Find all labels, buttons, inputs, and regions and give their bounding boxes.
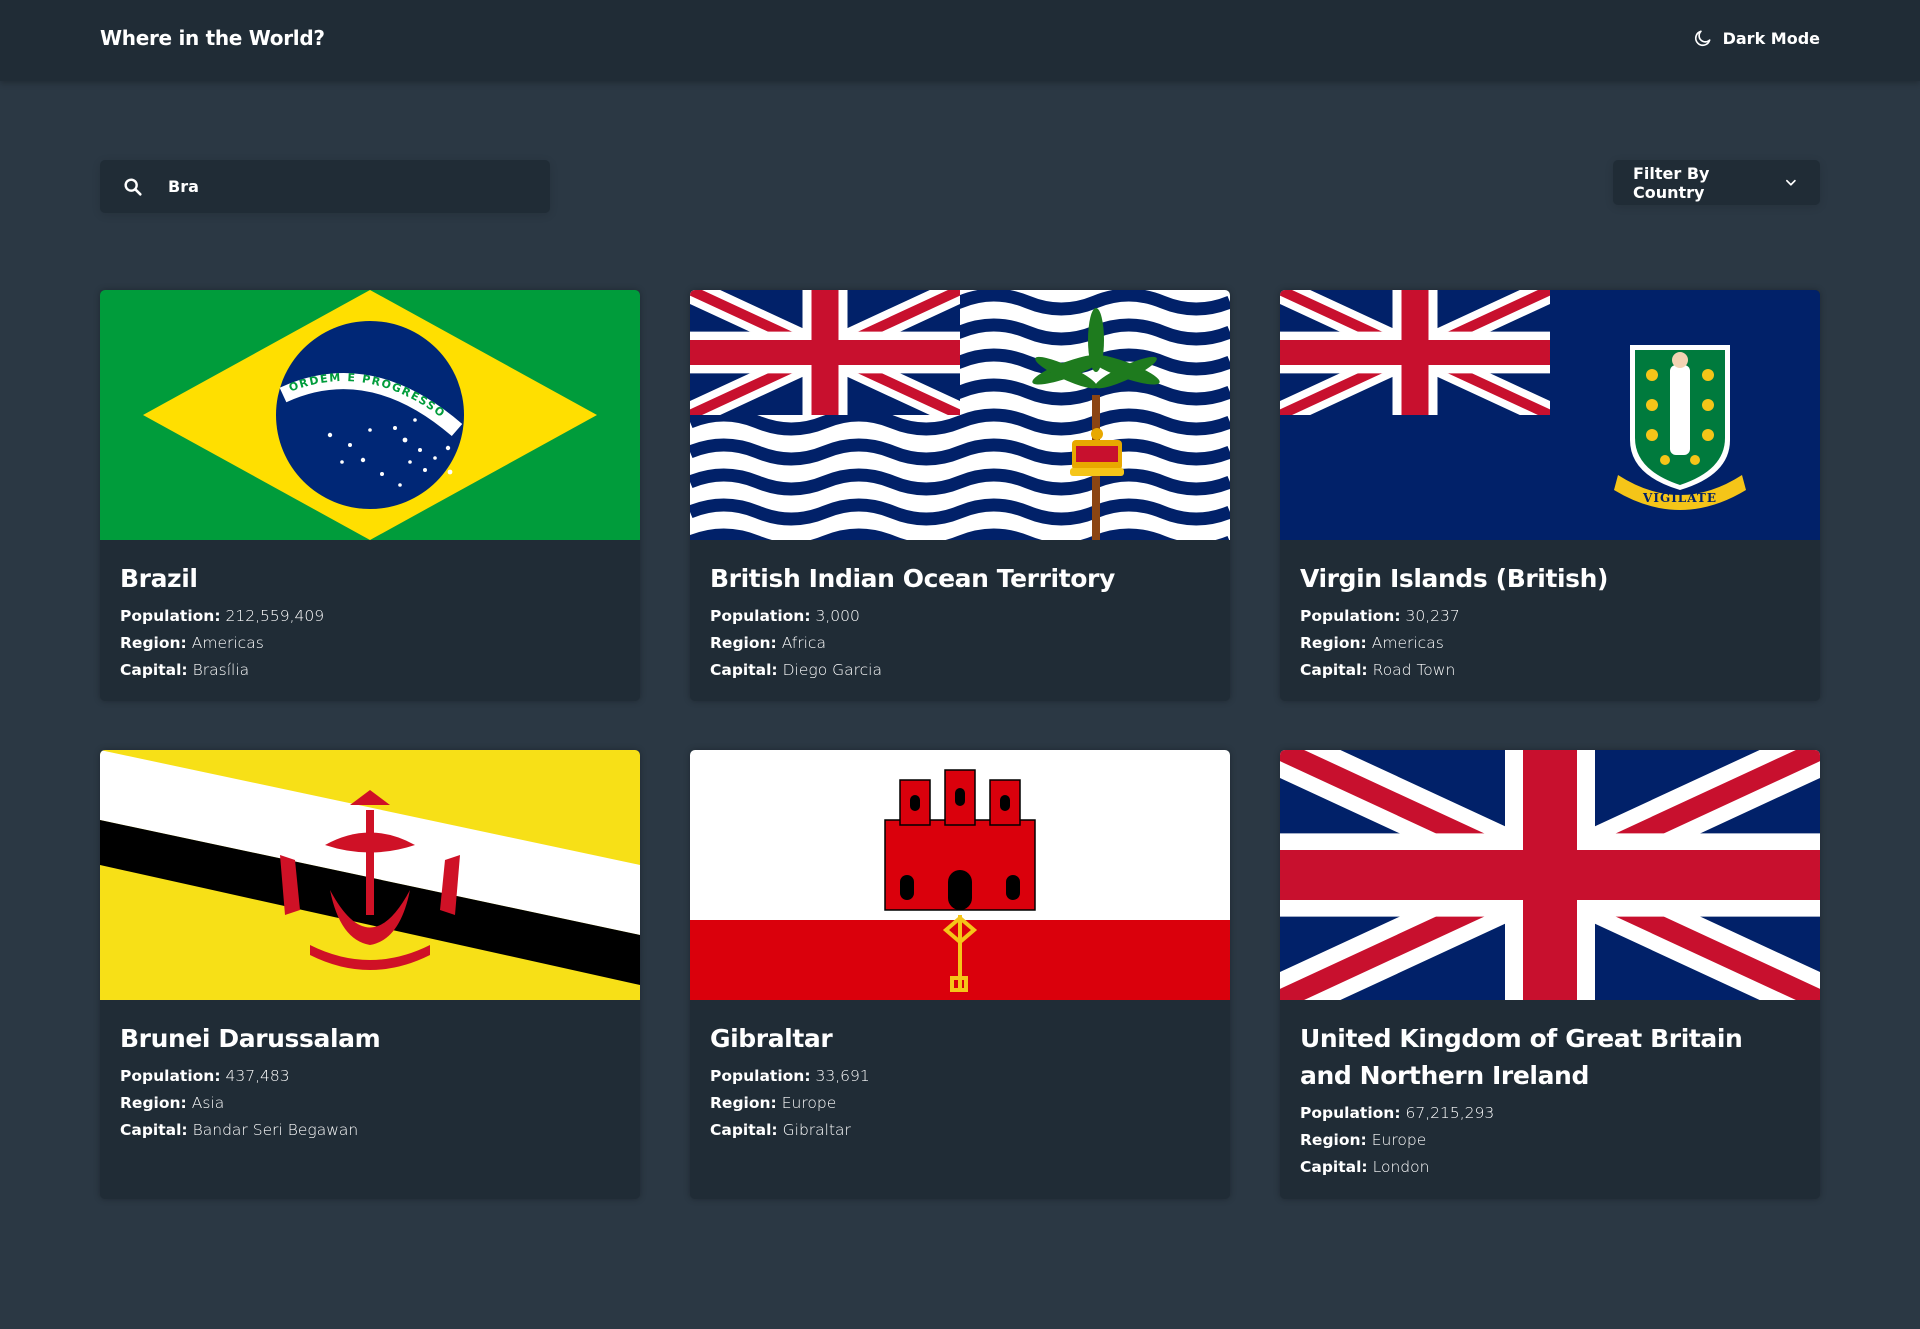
- region-label: Region:: [710, 634, 777, 652]
- population-stat: Population: 212,559,409: [120, 603, 620, 630]
- region-value: Americas: [1371, 634, 1444, 652]
- region-label: Region:: [1300, 634, 1367, 652]
- region-value: Asia: [191, 1094, 225, 1112]
- flag-united-kingdom: [1280, 750, 1820, 1000]
- country-card-brunei-darussalam[interactable]: Brunei Darussalam Population: 437,483 Reg…: [100, 750, 640, 1199]
- search-input[interactable]: [168, 177, 528, 196]
- capital-label: Capital:: [1300, 661, 1368, 679]
- capital-value: Diego Garcia: [782, 661, 882, 679]
- region-label: Region:: [710, 1094, 777, 1112]
- region-stat: Region: Americas: [1300, 630, 1800, 657]
- search-box[interactable]: [100, 160, 550, 213]
- population-value: 33,691: [815, 1067, 870, 1085]
- capital-value: London: [1372, 1158, 1430, 1176]
- population-value: 3,000: [815, 607, 860, 625]
- vigilate-motto: VIGILATE: [1642, 491, 1717, 505]
- capital-label: Capital:: [1300, 1158, 1368, 1176]
- capital-value: Road Town: [1372, 661, 1456, 679]
- filter-label: Filter By Country: [1633, 163, 1710, 202]
- capital-label: Capital:: [710, 661, 778, 679]
- region-stat: Region: Europe: [710, 1090, 1210, 1117]
- moon-icon: [1694, 30, 1711, 47]
- population-value: 30,237: [1405, 607, 1460, 625]
- capital-label: Capital:: [710, 1121, 778, 1139]
- country-card-british-indian-ocean-territory[interactable]: British Indian Ocean Territory Populatio…: [690, 290, 1230, 701]
- dark-mode-toggle[interactable]: Dark Mode: [1693, 28, 1820, 48]
- country-name: United Kingdom of Great Britain and Nort…: [1300, 1024, 1743, 1090]
- population-stat: Population: 33,691: [710, 1063, 1210, 1090]
- capital-value: Bandar Seri Begawan: [192, 1121, 359, 1139]
- population-label: Population:: [1300, 1104, 1401, 1122]
- region-value: Europe: [781, 1094, 837, 1112]
- chevron-down-icon: [1786, 179, 1796, 186]
- country-card-united-kingdom[interactable]: United Kingdom of Great Britain and Nort…: [1280, 750, 1820, 1199]
- region-value: Americas: [191, 634, 264, 652]
- country-name: British Indian Ocean Territory: [710, 564, 1115, 593]
- population-label: Population:: [120, 607, 221, 625]
- population-stat: Population: 437,483: [120, 1063, 620, 1090]
- capital-stat: Capital: Gibraltar: [710, 1117, 1210, 1144]
- region-filter-dropdown[interactable]: Filter By Country: [1613, 160, 1820, 205]
- capital-value: Brasília: [192, 661, 250, 679]
- capital-stat: Capital: Bandar Seri Begawan: [120, 1117, 620, 1144]
- country-card-gibraltar[interactable]: Gibraltar Population: 33,691 Region: Europ…: [690, 750, 1230, 1199]
- capital-label: Capital:: [120, 661, 188, 679]
- capital-stat: Capital: London: [1300, 1154, 1800, 1181]
- country-card-virgin-islands-british[interactable]: VIGILATE Virgin Islands (British) Popula…: [1280, 290, 1820, 701]
- top-bar: Where in the World? Dark Mode: [0, 0, 1920, 81]
- flag-gibraltar: [690, 750, 1230, 1000]
- population-stat: Population: 67,215,293: [1300, 1100, 1800, 1127]
- capital-stat: Capital: Brasília: [120, 657, 620, 684]
- region-stat: Region: Asia: [120, 1090, 620, 1117]
- population-label: Population:: [120, 1067, 221, 1085]
- population-stat: Population: 30,237: [1300, 603, 1800, 630]
- region-label: Region:: [1300, 1131, 1367, 1149]
- population-value: 437,483: [225, 1067, 290, 1085]
- country-name: Brazil: [120, 564, 198, 593]
- region-value: Africa: [781, 634, 826, 652]
- dark-mode-label: Dark Mode: [1722, 28, 1820, 48]
- capital-stat: Capital: Diego Garcia: [710, 657, 1210, 684]
- country-name: Virgin Islands (British): [1300, 564, 1609, 593]
- country-card-brazil[interactable]: ORDEM E PROGRESSO Brazil Population: 212,…: [100, 290, 640, 701]
- population-value: 67,215,293: [1405, 1104, 1495, 1122]
- population-value: 212,559,409: [225, 607, 325, 625]
- region-label: Region:: [120, 634, 187, 652]
- population-label: Population:: [710, 607, 811, 625]
- flag-brazil: ORDEM E PROGRESSO: [100, 290, 640, 540]
- region-stat: Region: Africa: [710, 630, 1210, 657]
- region-stat: Region: Americas: [120, 630, 620, 657]
- flag-brunei: [100, 750, 640, 1000]
- population-label: Population:: [710, 1067, 811, 1085]
- capital-value: Gibraltar: [782, 1121, 851, 1139]
- capital-label: Capital:: [120, 1121, 188, 1139]
- flag-british-virgin-islands: VIGILATE: [1280, 290, 1820, 540]
- search-icon: [124, 177, 142, 196]
- flag-british-indian-ocean-territory: [690, 290, 1230, 540]
- region-label: Region:: [120, 1094, 187, 1112]
- capital-stat: Capital: Road Town: [1300, 657, 1800, 684]
- population-stat: Population: 3,000: [710, 603, 1210, 630]
- country-name: Gibraltar: [710, 1024, 833, 1053]
- country-name: Brunei Darussalam: [120, 1024, 381, 1053]
- population-label: Population:: [1300, 607, 1401, 625]
- app-title: Where in the World?: [100, 26, 325, 50]
- region-stat: Region: Europe: [1300, 1127, 1800, 1154]
- region-value: Europe: [1371, 1131, 1427, 1149]
